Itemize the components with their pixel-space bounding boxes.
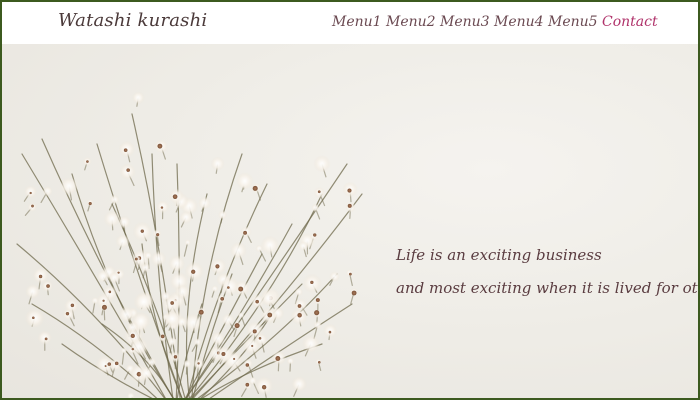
nav-item-contact[interactable]: Contact — [602, 14, 658, 30]
hero-quote: Life is an exciting business and most ex… — [396, 239, 698, 305]
hero-section: Life is an exciting business and most ex… — [2, 44, 698, 398]
page-frame: Watashi kurashi Menu1 Menu2 Menu3 Menu4 … — [0, 0, 700, 400]
site-logo[interactable]: Watashi kurashi — [58, 10, 207, 31]
quote-line-1: Life is an exciting business — [396, 246, 602, 264]
site-header: Watashi kurashi Menu1 Menu2 Menu3 Menu4 … — [2, 2, 698, 44]
quote-line-2: and most exciting when it is lived for o… — [396, 279, 698, 297]
nav-item-menu1[interactable]: Menu1 — [332, 14, 386, 30]
main-nav: Menu1 Menu2 Menu3 Menu4 Menu5 Contact — [332, 14, 658, 30]
dried-flower-bouquet-image — [16, 91, 363, 398]
nav-item-menu2[interactable]: Menu2 — [386, 14, 440, 30]
nav-item-menu4[interactable]: Menu4 — [494, 14, 548, 30]
nav-item-menu5[interactable]: Menu5 — [548, 14, 602, 30]
nav-item-menu3[interactable]: Menu3 — [440, 14, 494, 30]
